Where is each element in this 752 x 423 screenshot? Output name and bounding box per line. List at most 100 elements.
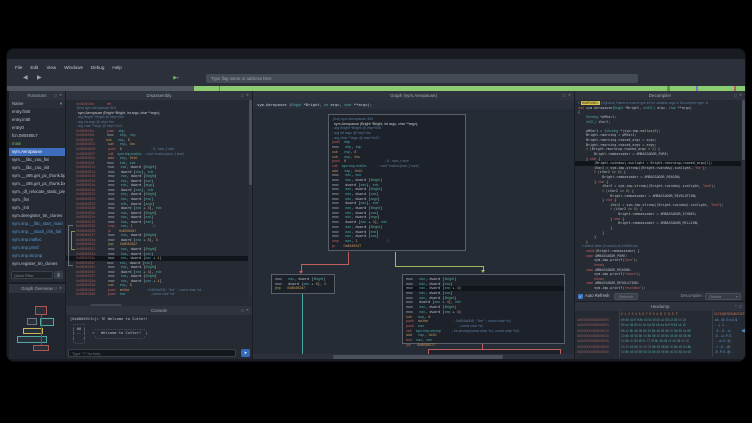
function-item[interactable]: sym.imp.printf — [9, 244, 65, 252]
function-item[interactable]: entry.init0 — [9, 116, 65, 124]
hexdump-ascii-header: 0123456789ABCDEF — [714, 312, 745, 317]
functions-name-header[interactable]: Name ▾ — [9, 100, 65, 108]
send-arrow-icon: ➤ — [244, 350, 247, 355]
disassembly-scrollbar[interactable] — [249, 100, 252, 297]
minimap-node — [35, 306, 47, 315]
function-item[interactable]: sym._dl_relocate_static_pie — [9, 188, 65, 196]
function-item[interactable]: sym._fini — [9, 196, 65, 204]
functions-title-bar[interactable]: Functions ◻✕ — [9, 91, 65, 100]
function-item[interactable]: sym.__x86.get_pc_thunk.bp — [9, 172, 65, 180]
minimap-node — [33, 345, 49, 351]
function-item[interactable]: fcn.080490c7 — [9, 132, 65, 140]
graph-overview-dock: Graph Overview ◻✕ — [9, 284, 65, 359]
function-item[interactable]: sym.deregister_tm_clones — [9, 212, 65, 220]
function-item[interactable]: sym.imp.__stack_chk_fail — [9, 228, 65, 236]
dock-close-icon[interactable]: ✕ — [738, 93, 743, 97]
graph-title: Graph (sym.Aeropause) — [390, 93, 437, 98]
console-title-bar[interactable]: Console ◻✕ — [66, 306, 252, 315]
functions-title: Functions — [27, 93, 46, 98]
console-dock: Console ◻✕ [0x080491fc]> ?E Welcome to C… — [66, 306, 252, 359]
console-input[interactable] — [68, 349, 236, 357]
dock-close-icon[interactable]: ✕ — [245, 308, 250, 312]
quick-filter-input[interactable] — [11, 271, 53, 279]
disassembly-dock: Disassembly ◻✕ 0x080491fb ret;(fcn) sym.… — [66, 91, 252, 297]
graph-node-entry[interactable]: ;(fcn) sym.Aeropause 364 sym.Aeropause (… — [328, 114, 466, 251]
decompiler-line[interactable]: sym.imp.printf("revolution"); — [578, 286, 741, 291]
decompiler-code: // WARNING: [r2ghidra] Failed to match t… — [575, 100, 741, 291]
decompiler-title-bar[interactable]: Decompiler ◻✕ — [575, 91, 745, 100]
auto-refresh-checkbox[interactable]: ✓ — [578, 294, 583, 299]
back-button[interactable]: ◀ — [23, 74, 28, 83]
disassembly-listing: 0x080491fb ret;(fcn) sym.Aeropause 364 s… — [66, 100, 248, 297]
dock-close-icon[interactable]: ✕ — [245, 93, 250, 97]
graph-edge-true — [395, 252, 396, 266]
graph-title-bar[interactable]: Graph (sym.Aeropause) ◻✕ — [253, 91, 574, 100]
graph-edge-false — [301, 264, 349, 265]
graph-overview-title-bar[interactable]: Graph Overview ◻✕ — [9, 284, 65, 293]
dock-close-icon[interactable]: ✕ — [58, 93, 63, 97]
graph-overview-title: Graph Overview — [21, 286, 53, 291]
filter-icon[interactable]: ▾ — [60, 100, 62, 108]
function-item[interactable]: sym.imp.strcmp — [9, 252, 65, 260]
minimap-node — [17, 336, 47, 343]
chevron-down-icon: ▾ — [736, 294, 738, 300]
graph-hscrollbar[interactable] — [253, 354, 574, 359]
console-send-button[interactable]: ➤ — [241, 349, 250, 357]
jump-arrow-line — [71, 231, 75, 232]
omnibar-input[interactable] — [206, 74, 638, 83]
graph-node-line[interactable]: jmp 0x80492a7 — [275, 286, 331, 291]
graph-node-compare[interactable]: mov eax, dword [Bright]mov eax, dword [e… — [402, 274, 565, 344]
dock-float-icon[interactable]: ◻ — [738, 304, 743, 308]
graph-function-signature: sym.Aeropause (Bright *Bright, int argc,… — [253, 100, 574, 109]
graph-node-false-branch[interactable]: mov eax, dword [Bright]mov dword [eax + … — [271, 274, 335, 294]
graph-edge-true — [395, 266, 483, 267]
hexdump-title-bar[interactable]: Hexdump +◻ — [575, 302, 745, 311]
forward-button[interactable]: ▶ — [37, 74, 42, 83]
function-item[interactable]: sym.__libc_csu_init — [9, 164, 65, 172]
screen: FileEditViewWindowsDebugHelp ◀ ▶ ▶▾ Func… — [0, 0, 752, 423]
decompiler-controls: ✓ Auto Refresh Refresh Decompiler: Ghidr… — [575, 291, 745, 301]
function-item[interactable]: sym.Aeropause — [9, 148, 65, 156]
function-item[interactable]: main — [9, 140, 65, 148]
function-item[interactable]: sym.__x86.get_pc_thunk.bx — [9, 180, 65, 188]
graph-node-line[interactable]: jne 0x8049277 — [406, 343, 561, 348]
dock-close-icon[interactable]: ✕ — [567, 93, 572, 97]
function-item[interactable]: sym.register_tm_clones — [9, 260, 65, 268]
function-item[interactable]: entry.fini0 — [9, 108, 65, 116]
function-item[interactable]: sym.imp.__libc_start_main — [9, 220, 65, 228]
console-output: [0x080491fc]> ?E Welcome to Cutter! .---… — [70, 317, 148, 346]
hexdump-title: Hexdump — [651, 304, 670, 309]
functions-column-label: Name — [12, 101, 23, 106]
graph-overview-minimap[interactable] — [9, 293, 65, 359]
decompiler-title: Decompiler — [649, 93, 671, 98]
hexdump-row[interactable]: 0x000000000804925010 8b 45 08 89 50 04 8… — [575, 350, 745, 355]
function-item[interactable]: sym.__libc_csu_fini — [9, 156, 65, 164]
jump-arrow-line — [71, 249, 75, 250]
jump-arrow-line — [71, 231, 72, 250]
jump-arrow-line — [68, 225, 69, 265]
minimap-node — [27, 318, 37, 325]
window-titlebar[interactable] — [7, 49, 746, 59]
functions-list: entry.fini0entry.init0entry0fcn.080490c7… — [9, 108, 65, 268]
function-item[interactable]: sym.imp.malloc — [9, 236, 65, 244]
decompiler-select[interactable]: Ghidra ▾ — [705, 293, 741, 300]
decompiler-select-value: Ghidra — [709, 294, 721, 299]
function-item[interactable]: sym._init — [9, 204, 65, 212]
start-debug-button[interactable]: ▶▾ — [167, 74, 185, 83]
graph-edge-jump — [302, 292, 303, 354]
hexdump-dock: Hexdump +◻ 0 1 2 3 4 5 6 7 8 9 A B C D E… — [575, 302, 745, 359]
auto-refresh-label: Auto Refresh — [585, 291, 609, 301]
menu-bar: FileEditViewWindowsDebugHelp — [7, 59, 746, 71]
graph-canvas[interactable]: ;(fcn) sym.Aeropause 364 sym.Aeropause (… — [253, 109, 574, 354]
graph-dock: Graph (sym.Aeropause) ◻✕ sym.Aeropause (… — [253, 91, 574, 359]
dock-close-icon[interactable]: ✕ — [58, 286, 63, 290]
graph-node-line[interactable]: ja 0x8049247 — [332, 244, 462, 249]
decompiler-dock: Decompiler ◻✕ // WARNING: [r2ghidra] Fai… — [575, 91, 745, 301]
dock-area: Functions ◻✕ Name ▾ entry.fini0entry.ini… — [7, 91, 746, 362]
hexdump-table[interactable]: 0 1 2 3 4 5 6 7 8 9 A B C D E F 01234567… — [575, 311, 745, 359]
function-item[interactable]: entry0 — [9, 124, 65, 132]
decompiler-scrollbar[interactable] — [742, 100, 745, 291]
refresh-button[interactable]: Refresh — [614, 293, 638, 300]
disassembly-title-bar[interactable]: Disassembly ◻✕ — [66, 91, 252, 100]
quick-filter-options-button[interactable]: ≣ — [54, 271, 63, 279]
